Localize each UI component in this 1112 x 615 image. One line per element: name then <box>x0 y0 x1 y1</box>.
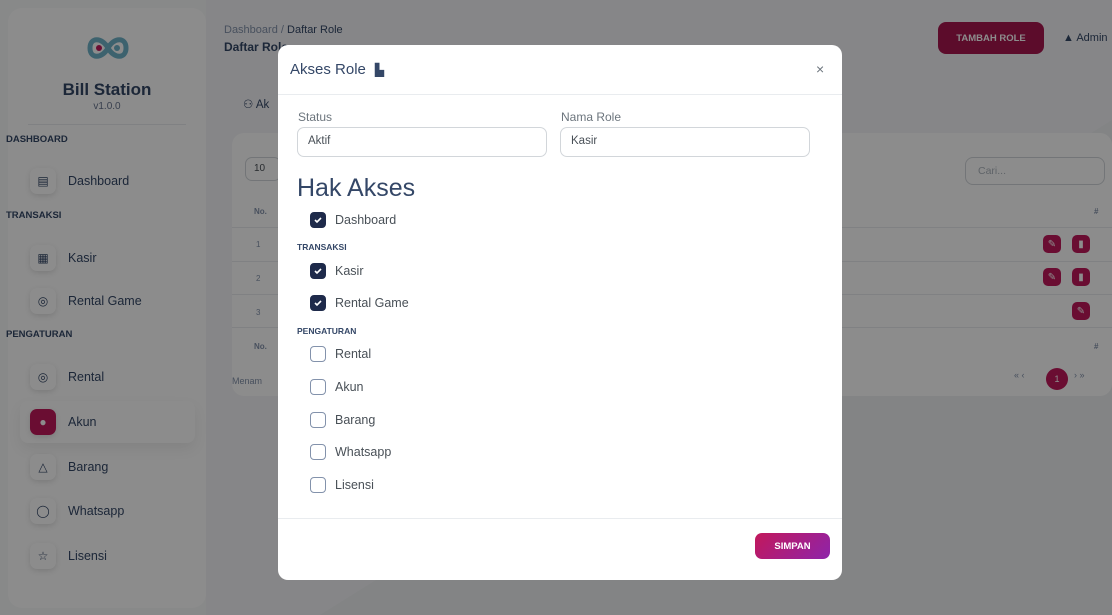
checkbox-checked-icon[interactable] <box>310 263 326 279</box>
role-access-modal: Akses Role ▙ × Status Aktif Nama Role Ka… <box>278 45 842 580</box>
perm-label: Barang <box>335 413 376 427</box>
checkbox-icon[interactable] <box>310 477 326 493</box>
save-button[interactable]: SIMPAN <box>755 533 830 559</box>
perm-rental-game[interactable]: Rental Game <box>310 295 409 311</box>
modal-header: Akses Role ▙ × <box>278 45 842 95</box>
perm-section-transaksi: TRANSAKSI <box>297 242 347 252</box>
perm-whatsapp[interactable]: Whatsapp <box>310 444 391 460</box>
role-name-label: Nama Role <box>561 110 622 124</box>
perm-dashboard[interactable]: Dashboard <box>310 212 396 228</box>
perm-label: Rental Game <box>335 296 409 310</box>
checkbox-icon[interactable] <box>310 444 326 460</box>
perm-label: Lisensi <box>335 478 374 492</box>
perm-barang[interactable]: Barang <box>310 412 375 428</box>
perm-rental[interactable]: Rental <box>310 346 371 362</box>
modal-footer-divider <box>278 518 842 519</box>
permissions-heading: Hak Akses <box>297 174 416 202</box>
checkbox-checked-icon[interactable] <box>310 212 326 228</box>
checkbox-checked-icon[interactable] <box>310 295 326 311</box>
perm-kasir[interactable]: Kasir <box>310 263 363 279</box>
perm-section-pengaturan: PENGATURAN <box>297 326 357 336</box>
checkbox-icon[interactable] <box>310 412 326 428</box>
modal-title-text: Akses Role <box>290 61 366 78</box>
role-name-field[interactable]: Kasir <box>560 127 810 157</box>
perm-akun[interactable]: Akun <box>310 379 364 395</box>
perm-label: Akun <box>335 380 364 394</box>
checkbox-icon[interactable] <box>310 346 326 362</box>
perm-lisensi[interactable]: Lisensi <box>310 477 374 493</box>
status-label: Status <box>298 110 333 124</box>
close-icon[interactable]: × <box>816 61 824 77</box>
perm-label: Rental <box>335 347 372 361</box>
building-icon: ▙ <box>374 62 385 77</box>
modal-title: Akses Role ▙ <box>290 61 384 78</box>
perm-label: Dashboard <box>335 213 397 227</box>
checkbox-icon[interactable] <box>310 379 326 395</box>
perm-label: Kasir <box>335 264 364 278</box>
perm-label: Whatsapp <box>335 445 392 459</box>
status-field[interactable]: Aktif <box>297 127 547 157</box>
